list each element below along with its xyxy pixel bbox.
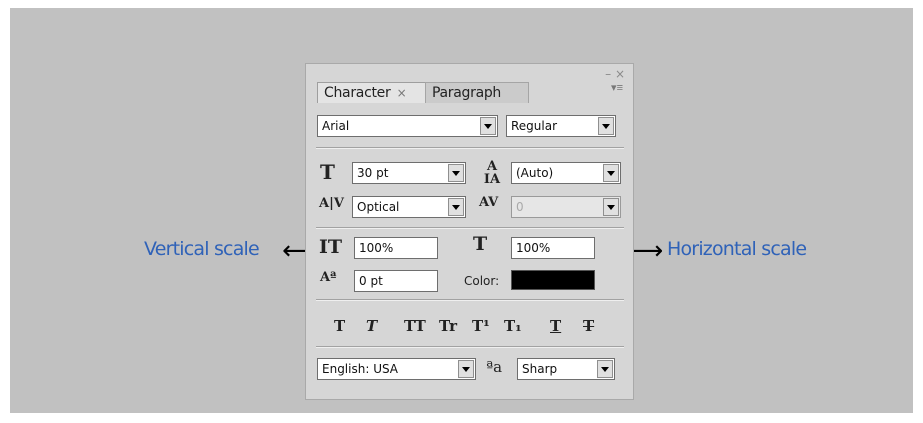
kerning-icon: A|V (319, 196, 344, 211)
language-value: English: USA (322, 362, 399, 376)
subscript-button[interactable]: T₁ (504, 317, 522, 335)
faux-bold-button[interactable]: T (334, 317, 345, 335)
kerning-value: Optical (357, 200, 400, 214)
faux-italic-button[interactable]: T (366, 317, 377, 335)
chevron-down-icon[interactable] (603, 164, 619, 182)
character-panel: – × Character × Paragraph ▾≡ Arial Regul… (305, 63, 634, 400)
chevron-down-icon[interactable] (597, 360, 613, 378)
font-family-dropdown[interactable]: Arial (317, 115, 498, 137)
vertical-scale-icon: IT (319, 236, 343, 258)
strikethrough-button[interactable]: T (583, 317, 594, 335)
baseline-shift-value: 0 pt (359, 274, 383, 288)
chevron-down-icon[interactable] (480, 117, 496, 135)
close-tab-icon[interactable]: × (397, 86, 407, 100)
tab-character[interactable]: Character × (317, 82, 426, 103)
tab-paragraph[interactable]: Paragraph (425, 82, 529, 103)
font-family-value: Arial (322, 119, 350, 133)
leading-value: (Auto) (516, 166, 554, 180)
vertical-scale-annotation: Vertical scale (144, 238, 260, 260)
chevron-down-icon[interactable] (458, 360, 474, 378)
all-caps-button[interactable]: TT (404, 317, 426, 335)
baseline-shift-input[interactable]: 0 pt (354, 270, 438, 292)
antialias-dropdown[interactable]: Sharp (517, 358, 615, 380)
tracking-icon: AV (479, 195, 499, 210)
chevron-down-icon[interactable] (448, 164, 464, 182)
underline-button[interactable]: T (550, 317, 561, 335)
horizontal-scale-annotation: Horizontal scale (667, 238, 807, 260)
language-dropdown[interactable]: English: USA (317, 358, 476, 380)
leading-dropdown[interactable]: (Auto) (511, 162, 621, 184)
chevron-down-icon[interactable] (598, 117, 614, 135)
tab-character-label: Character (324, 85, 391, 101)
horizontal-scale-icon: T (473, 233, 488, 255)
leading-icon: A IA (483, 159, 501, 187)
window-controls[interactable]: – × (605, 67, 625, 81)
horizontal-scale-value: 100% (516, 241, 551, 255)
chevron-down-icon[interactable] (448, 198, 464, 216)
kerning-dropdown[interactable]: Optical (352, 196, 466, 218)
font-size-dropdown[interactable]: 30 pt (352, 162, 466, 184)
chevron-down-icon[interactable] (603, 198, 619, 216)
superscript-button[interactable]: T¹ (472, 317, 490, 335)
tracking-value: 0 (516, 200, 524, 214)
font-size-icon: T (320, 160, 335, 184)
tracking-dropdown[interactable]: 0 (511, 196, 621, 218)
divider (316, 227, 624, 229)
color-swatch[interactable] (511, 270, 595, 290)
color-label: Color: (464, 274, 500, 288)
horizontal-scale-input[interactable]: 100% (511, 237, 595, 259)
baseline-shift-icon: Aª (320, 270, 337, 285)
tab-paragraph-label: Paragraph (432, 85, 502, 101)
antialias-icon: ªa (486, 358, 503, 376)
vertical-scale-value: 100% (359, 241, 394, 255)
font-style-dropdown[interactable]: Regular (506, 115, 616, 137)
small-caps-button[interactable]: Tr (439, 317, 457, 335)
divider (316, 299, 624, 301)
font-size-value: 30 pt (357, 166, 389, 180)
antialias-value: Sharp (522, 362, 558, 376)
divider (316, 147, 624, 149)
divider (316, 346, 624, 348)
vertical-scale-input[interactable]: 100% (354, 237, 438, 259)
font-style-value: Regular (511, 119, 558, 133)
panel-menu-icon[interactable]: ▾≡ (611, 83, 623, 94)
